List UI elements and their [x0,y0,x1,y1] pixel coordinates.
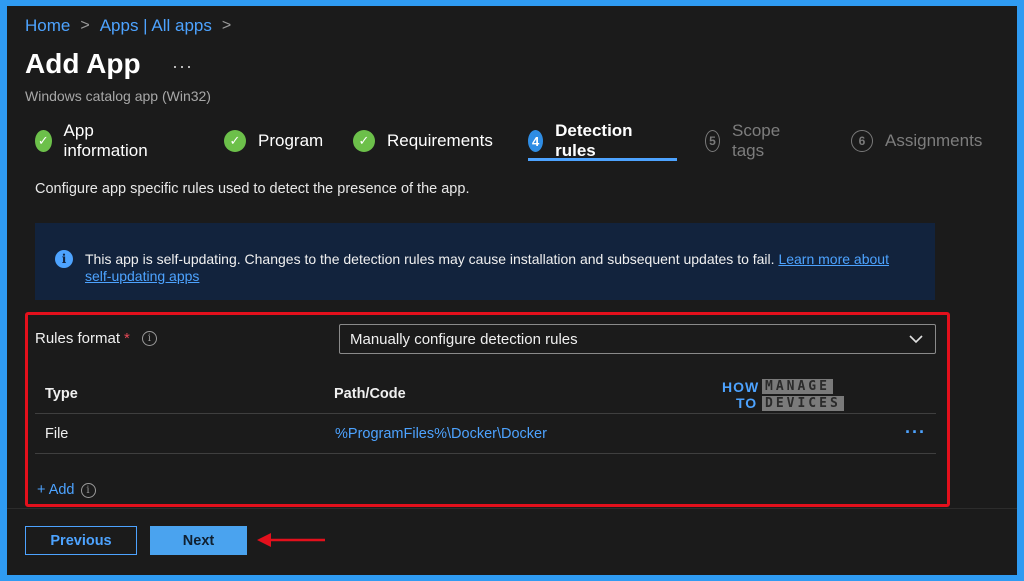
info-icon: i [55,250,73,268]
tab-program[interactable]: ✓ Program [224,126,323,156]
tab-app-information[interactable]: ✓ App information [35,121,153,160]
column-header-type: Type [45,386,78,402]
arrow-left-icon [257,533,325,547]
step-label: Detection rules [555,121,633,160]
step-number-icon: 6 [851,130,873,152]
breadcrumb-apps[interactable]: Apps | All apps [100,16,212,36]
step-number-icon: 5 [705,130,720,152]
page-title: Add App [25,48,141,79]
step-label: Program [258,131,324,150]
more-options-button[interactable]: ··· [172,56,193,77]
footer-divider [7,508,1017,509]
info-message: This app is self-updating. Changes to th… [85,251,775,267]
chevron-right-icon: > [80,17,90,34]
tab-requirements[interactable]: ✓ Requirements [353,126,493,156]
watermark-manage: MANAGE [762,379,833,394]
info-banner: i This app is self-updating. Changes to … [35,223,935,300]
step-label: Requirements [387,131,493,150]
info-text: This app is self-updating. Changes to th… [85,251,915,285]
info-icon[interactable]: i [80,482,96,498]
add-rule-label: + Add [37,482,75,498]
row-type: File [45,426,69,442]
app-window: Home > Apps | All apps > Add App ··· Win… [7,6,1017,575]
rules-format-label: Rules format * i [35,330,157,347]
watermark-devices: DEVICES [762,396,844,411]
checkmark-icon: ✓ [353,130,375,152]
rules-format-text: Rules format [35,330,121,347]
previous-button[interactable]: Previous [25,526,137,555]
add-rule-button[interactable]: + Add i [37,482,96,498]
checkmark-icon: ✓ [224,130,246,152]
page-subtitle: Windows catalog app (Win32) [25,88,211,104]
chevron-down-icon [909,335,923,344]
step-label: Assignments [885,131,983,150]
info-icon[interactable]: i [141,331,157,346]
rules-format-value: Manually configure detection rules [350,330,578,348]
watermark-to: TO [736,395,758,411]
column-header-path: Path/Code [334,386,406,402]
watermark-logo: HOW TO MANAGE DEVICES [722,377,844,413]
rules-format-dropdown[interactable]: Manually configure detection rules [339,324,936,354]
row-more-options-button[interactable]: ··· [905,422,926,443]
checkmark-icon: ✓ [35,130,52,152]
breadcrumb-home[interactable]: Home [25,16,70,36]
chevron-right-icon: > [221,17,232,34]
section-description: Configure app specific rules used to det… [35,181,470,197]
breadcrumb: Home > Apps | All apps > [25,16,241,36]
required-marker: * [124,330,130,347]
row-path-link[interactable]: %ProgramFiles%\Docker\Docker [335,426,547,442]
tab-detection-rules[interactable]: 4 Detection rules [528,121,639,160]
step-label: App information [63,121,148,160]
next-button[interactable]: Next [150,526,247,555]
tab-assignments[interactable]: 6 Assignments [851,126,982,156]
table-row[interactable]: File %ProgramFiles%\Docker\Docker ··· [35,414,936,454]
step-label: Scope tags [731,121,781,160]
watermark-how: HOW [722,379,760,395]
active-tab-indicator [528,158,677,161]
tab-scope-tags[interactable]: 5 Scope tags [705,121,787,160]
step-number-icon: 4 [528,130,544,152]
